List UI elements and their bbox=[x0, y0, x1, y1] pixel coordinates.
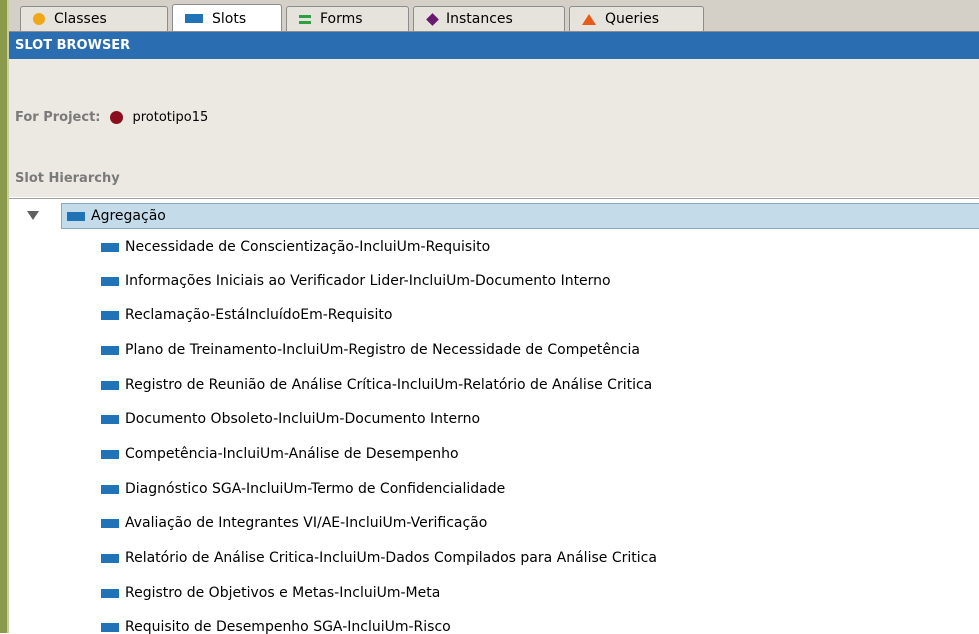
tree-item-label: Documento Obsoleto-IncluiUm-Documento In… bbox=[125, 411, 481, 427]
slots-icon bbox=[185, 14, 203, 23]
left-frame-strip bbox=[0, 0, 7, 633]
panel-title: SLOT BROWSER bbox=[15, 38, 131, 53]
tab-instances[interactable]: Instances bbox=[413, 6, 565, 31]
slot-icon bbox=[101, 345, 119, 355]
slot-icon bbox=[101, 310, 119, 320]
queries-icon bbox=[582, 13, 596, 25]
tree-item[interactable]: Diagnóstico SGA-IncluiUm-Termo de Confid… bbox=[101, 478, 505, 500]
collapse-arrow-icon[interactable] bbox=[27, 211, 39, 220]
tree-item[interactable]: Necessidade de Conscientização-IncluiUm-… bbox=[101, 236, 490, 258]
panel-header: SLOT BROWSER bbox=[9, 32, 979, 59]
slot-icon bbox=[101, 553, 119, 563]
tree-item[interactable]: Reclamação-EstáIncluídoEm-Requisito bbox=[101, 304, 392, 326]
project-info-area bbox=[9, 59, 979, 197]
tab-label: Forms bbox=[320, 11, 363, 27]
tab-queries[interactable]: Queries bbox=[569, 6, 704, 31]
project-label: For Project: bbox=[15, 109, 101, 125]
slot-icon bbox=[101, 242, 119, 252]
tree-item-label: Registro de Reunião de Análise Crítica-I… bbox=[125, 377, 653, 393]
slot-icon bbox=[101, 518, 119, 528]
hierarchy-title: Slot Hierarchy bbox=[15, 171, 120, 186]
tree-item-label: Competência-IncluiUm-Análise de Desempen… bbox=[125, 446, 459, 462]
tree-item-label: Avaliação de Integrantes VI/AE-IncluiUm-… bbox=[125, 515, 488, 531]
tree-root-selection[interactable] bbox=[61, 203, 979, 229]
tree-item[interactable]: Documento Obsoleto-IncluiUm-Documento In… bbox=[101, 408, 480, 430]
tab-label: Instances bbox=[446, 11, 513, 27]
tree-item[interactable]: Competência-IncluiUm-Análise de Desempen… bbox=[101, 443, 459, 465]
tree-item-label: Requisito de Desempenho SGA-IncluiUm-Ris… bbox=[125, 619, 451, 634]
slot-icon bbox=[67, 211, 85, 221]
tab-label: Slots bbox=[212, 10, 247, 27]
instances-icon bbox=[426, 12, 439, 26]
slot-browser-panel: Classes Slots Forms Instances Queries SL… bbox=[9, 0, 979, 634]
forms-icon bbox=[299, 14, 311, 25]
classes-icon bbox=[33, 13, 45, 25]
project-icon bbox=[110, 110, 124, 124]
tab-label: Classes bbox=[54, 11, 107, 27]
slot-icon bbox=[101, 414, 119, 424]
tab-bar: Classes Slots Forms Instances Queries bbox=[9, 0, 979, 32]
tree-item-label: Registro de Objetivos e Metas-IncluiUm-M… bbox=[125, 585, 441, 601]
slot-icon bbox=[101, 484, 119, 494]
tree-item-label: Informações Iniciais ao Verificador Lide… bbox=[125, 273, 611, 289]
tree-item[interactable]: Avaliação de Integrantes VI/AE-IncluiUm-… bbox=[101, 512, 487, 534]
project-name: prototipo15 bbox=[132, 109, 209, 125]
tree-item[interactable]: Registro de Reunião de Análise Crítica-I… bbox=[101, 374, 652, 396]
slot-icon bbox=[101, 380, 119, 390]
slot-icon bbox=[101, 588, 119, 598]
tree-item[interactable]: Registro de Objetivos e Metas-IncluiUm-M… bbox=[101, 582, 440, 604]
tree-root-node[interactable]: Agregação bbox=[67, 205, 166, 227]
slot-icon bbox=[101, 276, 119, 286]
tree-item-label: Plano de Treinamento-IncluiUm-Registro d… bbox=[125, 342, 640, 358]
tree-item-label: Diagnóstico SGA-IncluiUm-Termo de Confid… bbox=[125, 481, 506, 497]
tab-classes[interactable]: Classes bbox=[20, 6, 168, 31]
slot-icon bbox=[101, 622, 119, 632]
tab-forms[interactable]: Forms bbox=[286, 6, 409, 31]
slot-tree[interactable]: Agregação Necessidade de Conscientização… bbox=[9, 198, 979, 634]
project-row: For Project: prototipo15 bbox=[15, 107, 208, 127]
slot-icon bbox=[101, 449, 119, 459]
tree-item-label: Necessidade de Conscientização-IncluiUm-… bbox=[125, 239, 491, 255]
tab-slots[interactable]: Slots bbox=[172, 4, 282, 32]
tree-item[interactable]: Relatório de Análise Critica-IncluiUm-Da… bbox=[101, 547, 657, 569]
tree-item[interactable]: Informações Iniciais ao Verificador Lide… bbox=[101, 270, 611, 292]
tree-item-label: Relatório de Análise Critica-IncluiUm-Da… bbox=[125, 550, 657, 566]
tree-item-label: Reclamação-EstáIncluídoEm-Requisito bbox=[125, 307, 393, 323]
tab-label: Queries bbox=[605, 11, 660, 27]
tree-root-label: Agregação bbox=[91, 208, 166, 224]
tree-item[interactable]: Requisito de Desempenho SGA-IncluiUm-Ris… bbox=[101, 616, 451, 634]
tree-item[interactable]: Plano de Treinamento-IncluiUm-Registro d… bbox=[101, 339, 640, 361]
